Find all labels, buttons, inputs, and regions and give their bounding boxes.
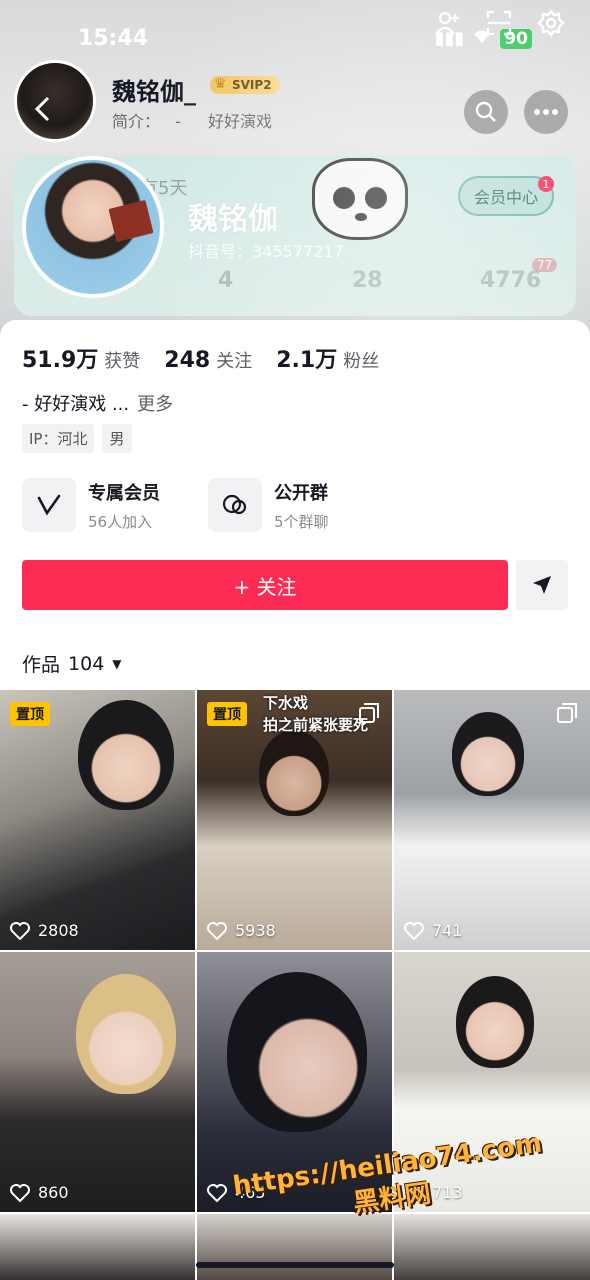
profile-avatar[interactable] [22,156,164,298]
svip-badge: SVIP2 [210,76,280,94]
more-dots-icon [534,109,558,115]
stat-following[interactable]: 248 关注 [164,347,252,373]
v-member-icon [22,478,76,532]
faint-fans-badge: 77 [532,258,558,272]
pinned-badge: 置顶 [10,702,50,726]
douyin-id[interactable]: 抖音号：345577217 [188,238,344,262]
video-thumb[interactable]: 置顶 2808 [0,690,195,950]
multi-image-icon [359,703,379,723]
video-thumb[interactable]: 741 [394,690,590,950]
bio-line: - 好好演戏 ... 更多 [22,390,173,416]
feature-member-title: 专属会员 [88,482,160,504]
gender-tag: 男 [102,424,132,453]
stats-row: 51.9万 获赞 248 关注 2.1万 粉丝 [22,342,379,374]
video-thumb[interactable]: 置顶 下水戏 拍之前紧张要死 5938 [197,690,392,950]
home-indicator[interactable] [196,1262,394,1268]
status-time: 15:44 [78,26,149,51]
faint-stat-fans: 4776 [480,268,542,293]
profile-info-sheet: 51.9万 获赞 248 关注 2.1万 粉丝 - 好好演戏 ... 更多 IP：河北 … [0,320,590,690]
scan-icon[interactable] [484,8,514,38]
tag-row: IP：河北 男 [22,424,132,453]
ip-tag: IP：河北 [22,424,95,453]
video-thumb[interactable] [394,1214,590,1280]
top-right-icons [432,8,566,38]
heart-icon [10,921,30,940]
works-tab[interactable]: 作品 104 ▼ [22,650,122,677]
chat-bubbles-icon [208,478,262,532]
faint-stat-works: 4 [218,268,234,293]
like-count: 860 [10,1183,69,1202]
heart-icon [404,921,424,940]
settings-gear-icon[interactable] [536,8,566,38]
dog-sticker-icon [312,158,408,240]
back-arrow-icon[interactable] [28,94,58,124]
bio-line-text: - 好好演戏 ... [22,394,130,415]
bio-label: 简介： [112,112,161,131]
faint-days-text: 有5天 [140,178,188,199]
stat-fans[interactable]: 2.1万 粉丝 [276,342,379,374]
video-caption: 下水戏 拍之前紧张要死 [263,694,369,734]
profile-card-bg [14,156,576,316]
works-tab-count: 104 [68,652,105,675]
bio-more-link[interactable]: 更多 [137,394,173,415]
feature-group-subtitle: 5个群聊 [274,512,329,531]
bio-text: 好好演戏 [207,112,272,131]
search-icon [475,101,496,122]
faint-stat-following: 28 [352,268,383,293]
follow-button[interactable]: + 关注 [22,560,508,610]
heart-icon [10,1183,30,1202]
feature-group[interactable]: 公开群 5个群聊 [208,478,329,532]
vip-center-badge: 1 [538,176,554,192]
search-button[interactable] [464,90,508,134]
vip-center-button[interactable]: 会员中心 [458,176,554,216]
feature-member-subtitle: 56人加入 [88,512,153,531]
share-button[interactable] [516,560,568,610]
like-count: 2808 [10,921,79,940]
works-tab-label: 作品 [22,654,61,676]
bio-dash: - [175,112,181,131]
feature-group-title: 公开群 [274,482,328,504]
heart-icon [207,1183,227,1202]
stat-likes[interactable]: 51.9万 获赞 [22,342,140,374]
profile-display-name: 魏铭伽 [188,202,278,237]
header-bio: 简介： - 好好演戏 [112,108,272,132]
multi-image-icon [557,703,577,723]
like-count: 5938 [207,921,276,940]
send-arrow-icon [533,576,551,594]
more-button[interactable] [524,90,568,134]
profile-banner: 15:44 ▮▮▮ 90 魏铭伽_ SVIP2 简介： - 好好演戏 有5天 魏… [0,0,590,340]
like-count: 741 [404,921,463,940]
add-friend-icon[interactable] [432,8,462,38]
header-username: 魏铭伽_ [112,78,196,106]
video-thumb[interactable]: 860 [0,952,195,1212]
heart-icon [207,921,227,940]
caret-down-icon: ▼ [112,656,122,671]
feature-member[interactable]: 专属会员 56人加入 [22,478,160,532]
video-thumb[interactable] [0,1214,195,1280]
